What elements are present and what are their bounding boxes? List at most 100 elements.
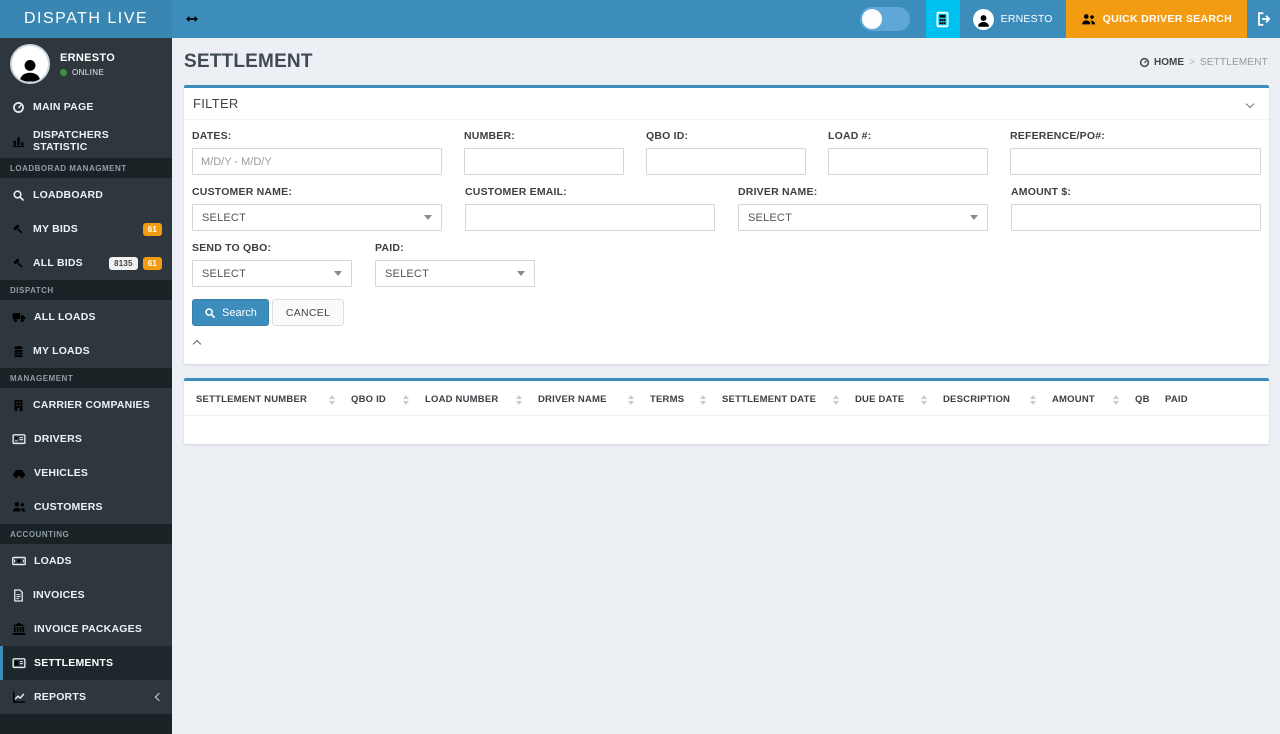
sort-icon — [921, 394, 927, 405]
status-toggle[interactable] — [859, 7, 910, 31]
caret-down-icon — [424, 215, 432, 220]
number-input[interactable] — [464, 148, 624, 175]
page-title: SETTLEMENT — [184, 51, 313, 72]
sidebar-item-all-loads[interactable]: ALL LOADS — [0, 300, 172, 334]
collapse-filter-chevron-icon[interactable] — [192, 339, 202, 349]
send-to-qbo-select[interactable]: SELECT — [192, 260, 352, 287]
column-qbo-id[interactable]: QBO ID — [351, 394, 425, 405]
cancel-button[interactable]: CANCEL — [271, 299, 345, 326]
gavel-icon — [12, 223, 25, 236]
sidebar-item-dispatchers-statistic[interactable]: DISPATCHERS STATISTIC — [0, 124, 172, 158]
sidebar-user-panel: ERNESTO ONLINE — [0, 38, 172, 90]
app-window: DISPATH LIVE ERNESTO QUICK DRIVER SEARCH — [0, 0, 1280, 734]
column-description[interactable]: DESCRIPTION — [943, 394, 1052, 405]
amount-input[interactable] — [1011, 204, 1261, 231]
users-icon — [12, 500, 26, 514]
sort-icon — [628, 394, 634, 405]
sidebar-menu: MAIN PAGE DISPATCHERS STATISTIC LOADBORA… — [0, 90, 172, 714]
sort-icon — [403, 394, 409, 405]
sidebar-collapse-icon[interactable] — [185, 12, 199, 26]
section-dispatch: DISPATCH — [0, 280, 172, 300]
chevron-down-icon[interactable] — [1245, 99, 1255, 108]
send-to-qbo-label: SEND TO QBO: — [192, 242, 272, 254]
column-amount[interactable]: AMOUNT — [1052, 394, 1135, 405]
breadcrumb-current: SETTLEMENT — [1199, 56, 1268, 68]
column-due-date[interactable]: DUE DATE — [855, 394, 943, 405]
driver-name-label: DRIVER NAME: — [738, 186, 818, 198]
qbo-id-input[interactable] — [646, 148, 806, 175]
settlement-card-icon — [12, 656, 26, 670]
bar-chart-icon — [12, 135, 25, 148]
number-label: NUMBER: — [464, 130, 515, 142]
sidebar-item-customers[interactable]: CUSTOMERS — [0, 490, 172, 524]
search-icon — [204, 307, 216, 319]
sort-icon — [1030, 394, 1036, 405]
load-number-label: LOAD #: — [828, 130, 872, 142]
reference-po-input[interactable] — [1010, 148, 1261, 175]
logout-icon[interactable] — [1247, 0, 1280, 38]
dates-input[interactable] — [192, 148, 442, 175]
load-number-input[interactable] — [828, 148, 988, 175]
sidebar-item-loads[interactable]: LOADS — [0, 544, 172, 578]
breadcrumb: HOME > SETTLEMENT — [1139, 57, 1268, 68]
sidebar-item-all-bids[interactable]: ALL BIDS 8135 61 — [0, 246, 172, 280]
caret-down-icon — [970, 215, 978, 220]
column-driver-name[interactable]: DRIVER NAME — [538, 394, 650, 405]
all-bids-total-badge: 8135 — [109, 256, 138, 270]
search-icon — [12, 189, 25, 202]
filter-panel: FILTER DATES: NUMBER: QBO ID: — [184, 85, 1269, 364]
bank-icon — [12, 622, 26, 636]
filter-panel-header[interactable]: FILTER — [184, 88, 1269, 120]
customer-name-label: CUSTOMER NAME: — [192, 186, 293, 198]
main-content: SETTLEMENT HOME > SETTLEMENT FILTER DATE… — [172, 38, 1280, 734]
gavel-icon — [12, 257, 25, 270]
customer-email-label: CUSTOMER EMAIL: — [465, 186, 567, 198]
building-icon — [12, 399, 25, 412]
sidebar-item-carrier-companies[interactable]: CARRIER COMPANIES — [0, 388, 172, 422]
toggle-knob — [861, 9, 882, 29]
user-avatar-icon — [972, 8, 994, 30]
sidebar-item-drivers[interactable]: DRIVERS — [0, 422, 172, 456]
column-paid: PAID — [1165, 394, 1188, 405]
app-logo[interactable]: DISPATH LIVE — [0, 0, 172, 38]
filter-title: FILTER — [193, 96, 239, 111]
top-navbar: ERNESTO QUICK DRIVER SEARCH — [172, 0, 1280, 38]
user-avatar — [10, 44, 50, 84]
sidebar-item-vehicles[interactable]: VEHICLES — [0, 456, 172, 490]
paid-label: PAID: — [375, 242, 404, 254]
sort-icon — [700, 394, 706, 405]
navbar-user-menu[interactable]: ERNESTO — [960, 0, 1066, 38]
column-load-number[interactable]: LOAD NUMBER — [425, 394, 538, 405]
sidebar-item-settlements[interactable]: SETTLEMENTS — [0, 646, 172, 680]
sidebar-item-main-page[interactable]: MAIN PAGE — [0, 90, 172, 124]
caret-down-icon — [517, 271, 525, 276]
customer-name-select[interactable]: SELECT — [192, 204, 442, 231]
dashboard-icon — [12, 101, 25, 114]
qbo-id-label: QBO ID: — [646, 130, 689, 142]
quick-driver-search-button[interactable]: QUICK DRIVER SEARCH — [1065, 0, 1247, 38]
sidebar-item-invoice-packages[interactable]: INVOICE PACKAGES — [0, 612, 172, 646]
sort-icon — [1113, 394, 1119, 405]
column-qb: QB — [1135, 394, 1150, 405]
paid-select[interactable]: SELECT — [375, 260, 535, 287]
column-settlement-date[interactable]: SETTLEMENT DATE — [722, 394, 855, 405]
customer-email-input[interactable] — [465, 204, 715, 231]
sidebar-item-my-loads[interactable]: MY LOADS — [0, 334, 172, 368]
breadcrumb-home-link[interactable]: HOME — [1139, 57, 1184, 68]
column-terms[interactable]: TERMS — [650, 394, 722, 405]
sidebar-item-reports[interactable]: REPORTS — [0, 680, 172, 714]
driver-name-select[interactable]: SELECT — [738, 204, 988, 231]
table-header-row: SETTLEMENT NUMBER QBO ID LOAD NUMBER DRI… — [184, 381, 1269, 416]
sidebar-item-invoices[interactable]: INVOICES — [0, 578, 172, 612]
search-button[interactable]: Search — [192, 299, 269, 326]
sort-icon — [833, 394, 839, 405]
calculator-button[interactable] — [925, 0, 960, 38]
section-loadboard-managment: LOADBORAD MANAGMENT — [0, 158, 172, 178]
database-icon — [12, 345, 25, 358]
sidebar-item-loadboard[interactable]: LOADBOARD — [0, 178, 172, 212]
column-settlement-number[interactable]: SETTLEMENT NUMBER — [196, 394, 351, 405]
section-accounting: ACCOUNTING — [0, 524, 172, 544]
sidebar-item-my-bids[interactable]: MY BIDS 61 — [0, 212, 172, 246]
drivers-group-icon — [1081, 12, 1096, 27]
sidebar: ERNESTO ONLINE MAIN PAGE DISPATCHERS STA… — [0, 38, 172, 734]
